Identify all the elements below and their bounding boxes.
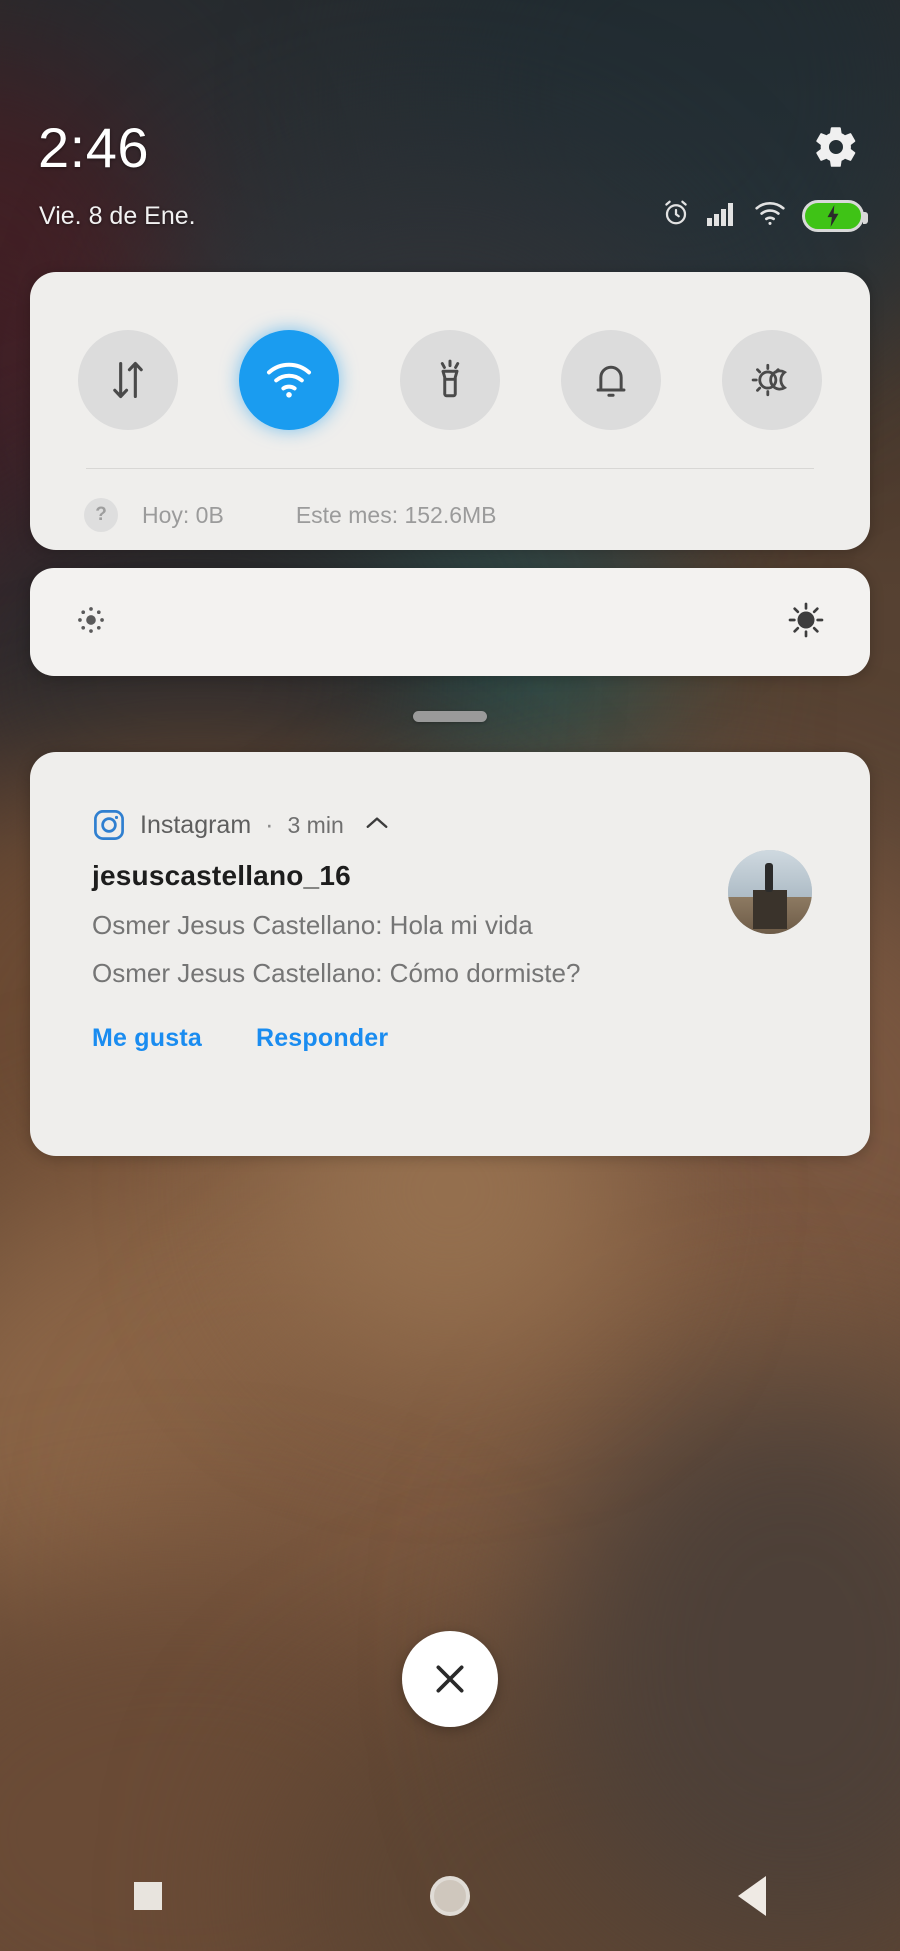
toggle-ringer[interactable] xyxy=(560,330,661,430)
status-header: 2:46 Vie. 8 de Ene. xyxy=(0,0,900,260)
brightness-high-icon xyxy=(786,600,826,645)
toggle-mobile-data[interactable] xyxy=(78,330,179,430)
notification-actions: Me gusta Responder xyxy=(92,1024,388,1053)
date-label: Vie. 8 de Ene. xyxy=(39,202,196,230)
toggle-flashlight[interactable] xyxy=(399,330,500,430)
reply-action-button[interactable]: Responder xyxy=(256,1024,388,1053)
clock: 2:46 xyxy=(38,116,149,179)
notification-message-1: Osmer Jesus Castellano: Hola mi vida xyxy=(92,910,533,940)
notification-message-2: Osmer Jesus Castellano: Cómo dormiste? xyxy=(92,958,581,988)
settings-gear-button[interactable] xyxy=(812,123,860,171)
wifi-icon xyxy=(753,199,787,232)
alarm-icon xyxy=(661,198,691,233)
circle-icon[interactable] xyxy=(430,1876,470,1916)
avatar xyxy=(728,850,812,934)
toggle-dark-mode[interactable] xyxy=(721,330,822,430)
data-usage-row[interactable]: ? Hoy: 0B Este mes: 152.6MB xyxy=(84,486,824,544)
notification-time: 3 min xyxy=(287,811,344,838)
notification-app-name: Instagram xyxy=(140,810,252,839)
panel-drag-handle[interactable] xyxy=(413,711,487,722)
brightness-slider[interactable] xyxy=(30,568,870,676)
like-action-button[interactable]: Me gusta xyxy=(92,1024,202,1053)
status-icon-row xyxy=(661,198,868,233)
battery-charging-icon xyxy=(802,199,868,232)
help-icon[interactable]: ? xyxy=(84,498,118,532)
notification-header: Instagram · 3 min xyxy=(92,808,390,842)
square-icon[interactable] xyxy=(134,1882,162,1910)
notification-separator: · xyxy=(265,810,274,839)
toggle-wifi[interactable] xyxy=(239,330,340,430)
quick-settings-card: ? Hoy: 0B Este mes: 152.6MB xyxy=(30,272,870,550)
chevron-up-icon[interactable] xyxy=(364,814,390,837)
data-usage-month: Este mes: 152.6MB xyxy=(295,501,497,528)
triangle-back-icon[interactable] xyxy=(738,1876,766,1916)
notification-title: jesuscastellano_16 xyxy=(92,860,351,891)
quick-toggle-row xyxy=(30,300,870,460)
clear-all-close-button[interactable] xyxy=(402,1631,498,1727)
brightness-low-icon xyxy=(74,603,108,642)
data-usage-today: Hoy: 0B xyxy=(142,501,224,528)
notification-card[interactable]: Instagram · 3 min jesuscastellano_16 Osm… xyxy=(30,752,870,1156)
instagram-icon xyxy=(92,808,126,842)
quick-settings-divider xyxy=(86,468,814,469)
navigation-bar xyxy=(0,1841,900,1951)
signal-icon xyxy=(706,199,738,232)
